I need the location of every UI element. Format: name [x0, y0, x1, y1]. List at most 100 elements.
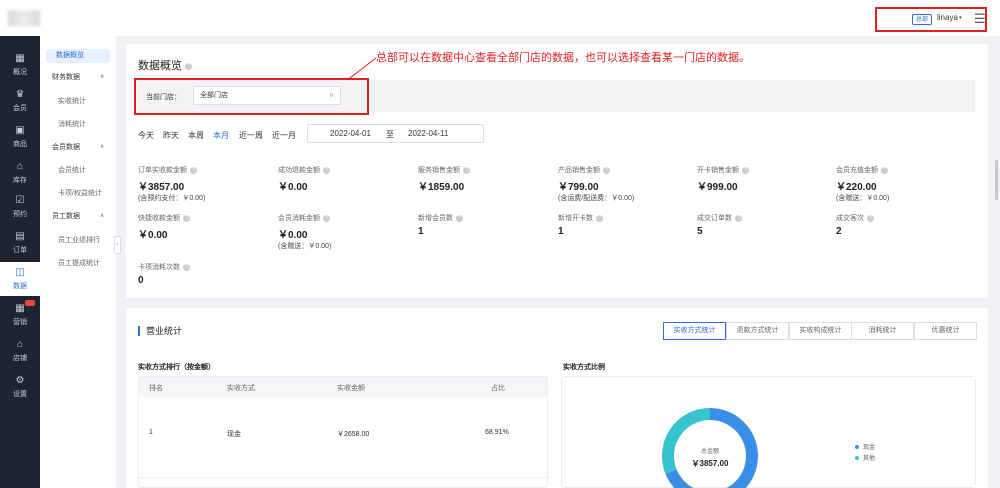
- table-cell-amount: ￥2658.00: [337, 431, 370, 438]
- table-cell-rank: 1: [149, 429, 153, 436]
- date-tab[interactable]: 本周: [188, 130, 204, 141]
- table-header: 排名 实收方式 实收金额 占比: [139, 377, 547, 397]
- date-tab[interactable]: 近一月: [272, 130, 296, 141]
- metric-sub: (含赠送：￥0.00): [836, 195, 890, 202]
- sidebar-item-label: 预约: [13, 211, 27, 218]
- warehouse-icon: ⌂: [16, 161, 24, 172]
- legend-label: 现金: [863, 445, 876, 451]
- sidebar-item-3[interactable]: ⌂ 库存: [0, 156, 40, 190]
- pie-title: 实收方式比例: [563, 364, 605, 371]
- sidebar-item-0[interactable]: ▦ 概况: [0, 48, 40, 82]
- help-icon[interactable]: ?: [735, 214, 742, 222]
- hamburger-menu-icon[interactable]: ☰: [974, 11, 986, 27]
- caret-down-icon[interactable]: ▾: [959, 15, 962, 21]
- help-icon[interactable]: ?: [185, 62, 192, 70]
- metric-label: 新增开卡数?: [558, 213, 603, 223]
- help-icon[interactable]: ?: [463, 166, 470, 174]
- date-tab[interactable]: 昨天: [163, 130, 179, 141]
- page-title-text: 数据概览: [138, 60, 182, 72]
- username-dropdown[interactable]: linaya: [937, 13, 958, 22]
- sidebar-item-2[interactable]: ▣ 商品: [0, 120, 40, 154]
- stats-tab[interactable]: 实收构成统计: [789, 322, 852, 340]
- store-select[interactable]: 全部门店 ∨: [193, 86, 341, 105]
- legend-item[interactable]: 现金: [855, 442, 875, 451]
- stats-tab[interactable]: 退款方式统计: [726, 322, 789, 340]
- metric-value: ￥1859.00: [418, 182, 465, 193]
- sidebar-item-label: 店铺: [13, 355, 27, 362]
- submenu-group-staff[interactable]: 员工数据: [40, 211, 116, 223]
- help-icon[interactable]: ?: [881, 166, 888, 174]
- stats-tab[interactable]: 实收方式统计: [663, 322, 726, 340]
- metric-label: 会员充值金额?: [836, 165, 888, 175]
- stats-tab[interactable]: 消耗统计: [851, 322, 914, 340]
- sidebar-item-9[interactable]: ⚙ 设置: [0, 370, 40, 404]
- page-scrollbar[interactable]: [995, 160, 998, 200]
- chevron-up-icon[interactable]: ∧: [100, 212, 104, 219]
- sidebar-item-label: 数据: [13, 283, 27, 290]
- help-icon[interactable]: ?: [867, 214, 874, 222]
- date-tab[interactable]: 本月: [213, 130, 229, 141]
- metric-label: 开卡销售金额?: [697, 165, 749, 175]
- sidebar-item-label: 概况: [13, 69, 27, 76]
- submenu-receipt-stats[interactable]: 实收统计: [40, 96, 116, 108]
- submenu-staff-ranking[interactable]: 员工业绩排行: [40, 235, 116, 247]
- new-badge: [25, 300, 35, 306]
- stats-tab[interactable]: 优惠统计: [914, 322, 977, 340]
- order-icon: ▤: [15, 231, 25, 242]
- metric-label: 产品销售金额?: [558, 165, 610, 175]
- donut-chart: [662, 408, 758, 488]
- submenu-member-stats[interactable]: 会员统计: [40, 165, 116, 177]
- box-icon: ▣: [15, 125, 25, 136]
- metric-value: 2: [836, 226, 842, 237]
- chart-icon: ◫: [15, 267, 25, 278]
- metric-value: ￥0.00: [278, 182, 308, 193]
- sidebar-item-5[interactable]: ▤ 订单: [0, 226, 40, 260]
- metric-value: ￥999.00: [697, 182, 738, 193]
- sidebar-item-6[interactable]: ◫ 数据: [0, 262, 40, 296]
- sidebar-item-4[interactable]: ☑ 预约: [0, 190, 40, 224]
- sidebar-item-8[interactable]: ⌂ 店铺: [0, 334, 40, 368]
- date-range-picker[interactable]: 2022-04-01 至 2022-04-11: [307, 124, 484, 143]
- chevron-up-icon[interactable]: ∧: [100, 73, 104, 80]
- help-icon[interactable]: ?: [603, 166, 610, 174]
- submenu-group-member[interactable]: 会员数据: [40, 142, 116, 154]
- metric-value: ￥0.00: [138, 230, 168, 241]
- sidebar-item-label: 库存: [13, 177, 27, 184]
- chevron-down-icon: ∨: [328, 92, 334, 99]
- date-separator: 至: [386, 130, 394, 139]
- date-start[interactable]: 2022-04-01: [330, 129, 371, 138]
- collapse-submenu-button[interactable]: ‹: [114, 236, 121, 254]
- sidebar-item-label: 订单: [13, 247, 27, 254]
- sidebar-item-7[interactable]: ▦ 营销: [0, 298, 40, 332]
- date-tab[interactable]: 近一周: [239, 130, 263, 141]
- metric-label: 订单实收款金额?: [138, 165, 197, 175]
- legend-item[interactable]: 其他: [855, 453, 875, 462]
- date-tab[interactable]: 今天: [138, 130, 154, 141]
- legend-dot: [855, 456, 859, 461]
- date-end[interactable]: 2022-04-11: [408, 129, 448, 138]
- metric-label: 服务销售金额?: [418, 165, 470, 175]
- sidebar-item-label: 商品: [13, 141, 27, 148]
- help-icon[interactable]: ?: [183, 214, 190, 222]
- chevron-up-icon[interactable]: ∧: [100, 143, 104, 150]
- store-label: 当前门店：: [146, 94, 181, 101]
- main-sidebar: ▦ 概况 ♛ 会员 ▣ 商品 ⌂ 库存 ☑ 预约 ▤ 订单 ◫ 数据 ▦ 营销 ⌂ 店铺 ⚙ 设置: [0, 36, 40, 488]
- help-icon[interactable]: ?: [742, 166, 749, 174]
- submenu-card-stats[interactable]: 卡项/权益统计: [40, 188, 116, 200]
- metric-sub: (含预约支付：￥0.00): [138, 195, 206, 202]
- help-icon[interactable]: ?: [456, 214, 463, 222]
- help-icon[interactable]: ?: [596, 214, 603, 222]
- help-icon[interactable]: ?: [190, 166, 197, 174]
- help-icon[interactable]: ?: [323, 214, 330, 222]
- metric-value: 5: [697, 226, 703, 237]
- sidebar-item-1[interactable]: ♛ 会员: [0, 84, 40, 118]
- crown-icon: ♛: [15, 89, 25, 100]
- submenu-data-overview[interactable]: 数据概览: [46, 49, 110, 63]
- annotation-text: 总部可以在数据中心查看全部门店的数据，也可以选择查看某一门店的数据。: [376, 52, 750, 64]
- submenu-group-finance[interactable]: 财务数据: [40, 72, 116, 84]
- help-icon[interactable]: ?: [183, 263, 190, 271]
- role-badge: 总部: [912, 14, 933, 25]
- submenu-consume-stats[interactable]: 消耗统计: [40, 119, 116, 131]
- submenu-staff-commission[interactable]: 员工提成统计: [40, 258, 116, 270]
- help-icon[interactable]: ?: [323, 166, 330, 174]
